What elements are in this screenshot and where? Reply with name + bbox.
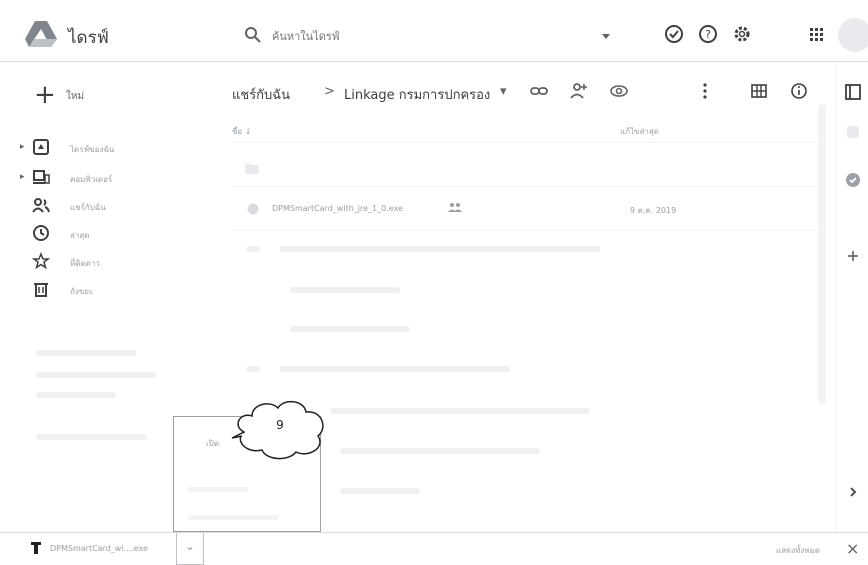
add-addon-icon[interactable] bbox=[843, 246, 863, 266]
table-row[interactable]: DPMSmartCard_with_jre_1_0.exe 9 ต.ค. 201… bbox=[232, 196, 812, 222]
info-icon[interactable] bbox=[790, 82, 808, 100]
exe-file-icon bbox=[247, 203, 259, 215]
column-header-modified[interactable]: แก้ไขล่าสุด bbox=[620, 125, 659, 138]
trash-icon bbox=[34, 283, 48, 297]
breadcrumb-current[interactable]: Linkage กรมการปกครอง bbox=[344, 84, 490, 105]
column-header-name[interactable]: ชื่อ ↓ bbox=[232, 125, 251, 138]
faded-placeholder bbox=[246, 366, 260, 372]
computer-icon bbox=[33, 170, 50, 184]
faded-placeholder bbox=[280, 366, 510, 372]
faded-placeholder bbox=[36, 350, 136, 356]
clock-icon bbox=[33, 225, 49, 241]
show-all-button[interactable]: แสดงทั้งหมด bbox=[776, 544, 820, 557]
faded-placeholder bbox=[36, 372, 156, 378]
apps-grid-icon[interactable] bbox=[806, 24, 826, 44]
avatar[interactable] bbox=[838, 18, 868, 52]
link-icon[interactable] bbox=[530, 82, 548, 100]
sidebar-item-recent[interactable]: ล่าสุด bbox=[0, 221, 200, 247]
shared-people-icon bbox=[32, 198, 50, 213]
help-icon[interactable]: ? bbox=[698, 24, 718, 44]
file-name: DPMSmartCard_with_jre_1_0.exe bbox=[272, 204, 403, 213]
star-icon bbox=[32, 252, 50, 270]
folder-icon bbox=[245, 164, 259, 174]
grid-view-icon[interactable] bbox=[750, 82, 768, 100]
breadcrumb-dropdown-icon[interactable]: ▾ bbox=[500, 84, 507, 99]
calendar-addon-icon[interactable] bbox=[843, 122, 863, 142]
more-vert-icon[interactable] bbox=[696, 82, 714, 100]
tasks-addon-icon[interactable] bbox=[843, 170, 863, 190]
add-person-icon[interactable] bbox=[570, 82, 588, 100]
svg-text:?: ? bbox=[705, 28, 711, 41]
search-input[interactable] bbox=[272, 26, 592, 46]
exe-file-icon bbox=[31, 542, 41, 554]
sidebar-item-shared[interactable]: แชร์กับฉัน bbox=[0, 193, 200, 219]
sidebar-item-label: แชร์กับฉัน bbox=[70, 203, 106, 212]
top-bar: ไดรฟ์ ? bbox=[0, 0, 868, 62]
annotation-callout: 9 bbox=[230, 398, 330, 460]
side-panel-rail bbox=[836, 62, 868, 532]
expand-caret-icon[interactable]: ▸ bbox=[20, 142, 25, 152]
side-panel-toggle-icon[interactable] bbox=[843, 82, 863, 102]
sidebar-item-trash[interactable]: ถังขยะ bbox=[0, 277, 200, 303]
download-options-button[interactable]: ⌄ bbox=[176, 533, 204, 565]
expand-caret-icon[interactable]: ▸ bbox=[20, 172, 25, 182]
scrollbar[interactable] bbox=[818, 104, 826, 404]
search-icon[interactable] bbox=[244, 26, 262, 44]
drive-logo-icon[interactable] bbox=[24, 20, 58, 48]
faded-placeholder bbox=[290, 326, 410, 332]
file-modified-date: 9 ต.ค. 2019 bbox=[630, 206, 677, 215]
chevron-right-icon[interactable] bbox=[843, 482, 863, 502]
faded-placeholder bbox=[188, 515, 278, 520]
sidebar-item-starred[interactable]: ที่ติดดาว bbox=[0, 249, 200, 275]
breadcrumb-root[interactable]: แชร์กับฉัน bbox=[232, 84, 290, 105]
faded-placeholder bbox=[340, 448, 540, 454]
sidebar-item-label: ถังขยะ bbox=[70, 287, 94, 296]
faded-placeholder bbox=[188, 487, 248, 492]
callout-number: 9 bbox=[276, 418, 284, 432]
faded-placeholder bbox=[36, 434, 146, 440]
close-icon[interactable]: × bbox=[846, 539, 859, 558]
sidebar-item-label: ล่าสุด bbox=[70, 231, 90, 240]
sidebar-item-computers[interactable]: ▸ คอมพิวเตอร์ bbox=[0, 165, 200, 191]
sidebar-item-my-drive[interactable]: ▸ ไดรฟ์ของฉัน bbox=[0, 135, 200, 161]
chevron-down-icon: ⌄ bbox=[185, 539, 196, 553]
preview-eye-icon[interactable] bbox=[610, 82, 628, 100]
faded-placeholder bbox=[280, 246, 600, 252]
new-button-label: ใหม่ bbox=[66, 91, 85, 102]
faded-placeholder bbox=[290, 287, 400, 293]
sidebar-item-label: ที่ติดดาว bbox=[70, 259, 100, 268]
menu-item-open[interactable]: เปิด bbox=[206, 437, 219, 450]
faded-placeholder bbox=[330, 408, 590, 414]
divider bbox=[232, 142, 822, 143]
new-button[interactable]: + ใหม่ bbox=[28, 80, 128, 112]
gear-icon[interactable] bbox=[732, 24, 752, 44]
search-options-icon[interactable] bbox=[598, 28, 614, 44]
faded-placeholder bbox=[340, 488, 420, 494]
download-bar: DPMSmartCard_wi....exe ⌄ แสดงทั้งหมด × bbox=[0, 532, 868, 565]
search-box[interactable] bbox=[232, 18, 632, 54]
faded-placeholder bbox=[246, 246, 260, 252]
divider bbox=[232, 186, 822, 187]
faded-placeholder bbox=[36, 392, 116, 398]
sidebar-item-label: ไดรฟ์ของฉัน bbox=[70, 145, 115, 154]
download-file-name[interactable]: DPMSmartCard_wi....exe bbox=[50, 544, 148, 553]
my-drive-icon bbox=[33, 139, 49, 155]
app-title: ไดรฟ์ bbox=[68, 28, 109, 48]
sidebar-item-label: คอมพิวเตอร์ bbox=[70, 175, 113, 184]
breadcrumb-separator: > bbox=[324, 84, 335, 99]
offline-status-icon[interactable] bbox=[664, 24, 684, 44]
shared-people-icon bbox=[448, 203, 462, 212]
divider bbox=[232, 230, 822, 231]
plus-icon: + bbox=[34, 80, 56, 110]
